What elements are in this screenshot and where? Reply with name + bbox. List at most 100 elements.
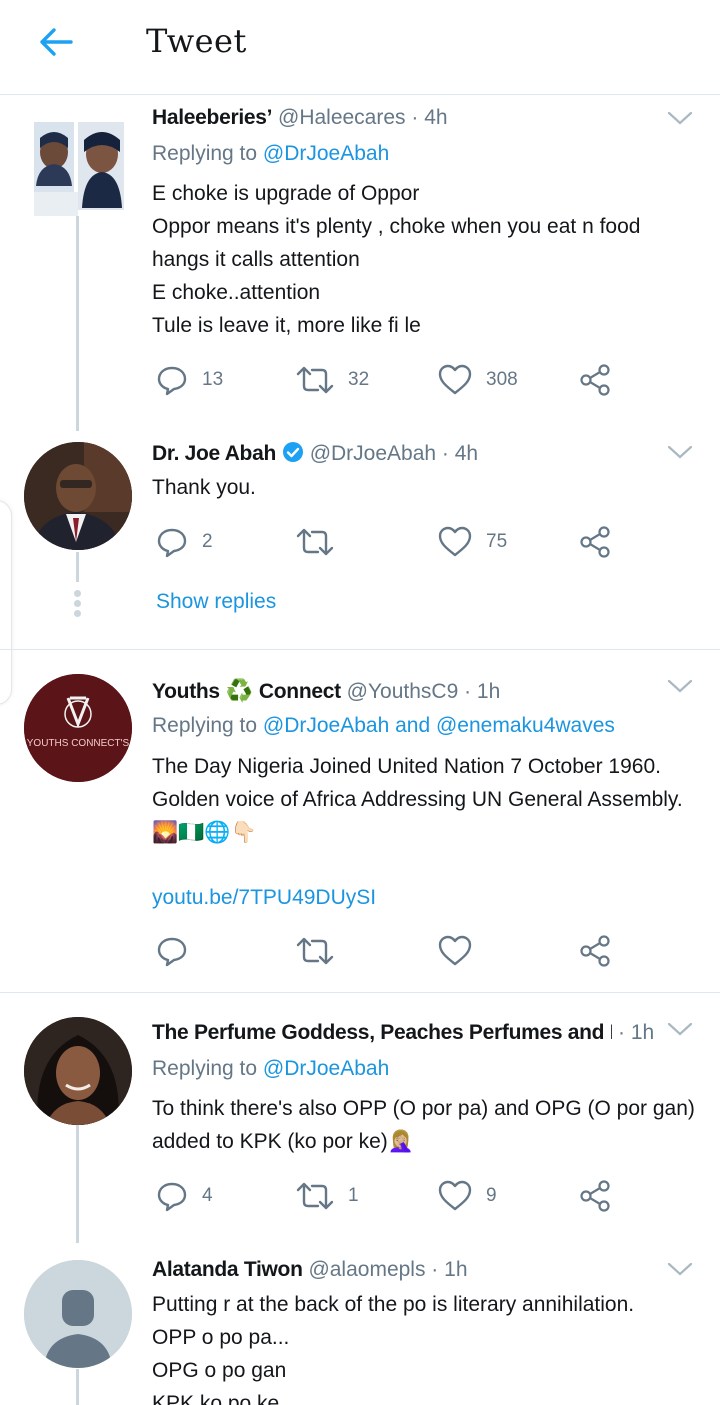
chevron-down-icon[interactable]: [666, 108, 694, 128]
retweet-button[interactable]: 1: [296, 1176, 359, 1216]
replying-to: Replying to @DrJoeAbah: [152, 1057, 389, 1081]
chevron-down-icon[interactable]: [666, 1019, 694, 1039]
like-button[interactable]: 308: [438, 360, 518, 400]
show-replies-link[interactable]: Show replies: [156, 590, 276, 614]
retweet-count: 1: [348, 1185, 359, 1206]
reply-button[interactable]: [156, 931, 188, 971]
reply-icon: [157, 528, 187, 558]
tweet-actions: 4 1 9: [152, 1176, 632, 1216]
share-icon: [580, 1180, 610, 1212]
tweet[interactable]: Alatanda Tiwon @alaomepls · 1h Putting r…: [0, 1243, 720, 1405]
avatar[interactable]: [24, 1260, 132, 1368]
avatar[interactable]: [24, 442, 132, 550]
tweet-text: Putting r at the back of the po is liter…: [152, 1288, 692, 1405]
thread-line: [76, 1125, 79, 1243]
recycle-icon: ♻️: [225, 678, 254, 703]
like-button[interactable]: 75: [438, 522, 507, 562]
handle-time: @alaomepls · 1h: [308, 1258, 468, 1281]
text-line: Putting r at the back of the po is liter…: [152, 1293, 635, 1316]
retweet-icon: [296, 937, 334, 965]
tweet-text: To think there's also OPP (O por pa) and…: [152, 1092, 712, 1158]
text-line: E choke is upgrade of Oppor: [152, 182, 420, 205]
retweet-icon: [296, 1182, 334, 1210]
text-line: To think there's also OPP (O por pa) and…: [152, 1097, 695, 1120]
mention-link[interactable]: @DrJoeAbah: [263, 1057, 389, 1080]
retweet-button[interactable]: [296, 522, 334, 562]
share-icon: [580, 364, 610, 396]
tweet[interactable]: Haleeberies’ @Haleecares · 4h Replying t…: [0, 96, 720, 431]
display-name[interactable]: Haleeberies’: [152, 106, 272, 129]
text-line: Thank you.: [152, 476, 256, 499]
share-button[interactable]: [578, 1176, 612, 1216]
display-name[interactable]: Dr. Joe Abah: [152, 442, 276, 465]
text-line: Oppor means it's plenty , choke when you…: [152, 215, 641, 238]
text-line: added to KPK (ko por ke)🤦🏼‍♀️: [152, 1130, 414, 1153]
avatar[interactable]: [24, 108, 124, 216]
back-arrow-icon[interactable]: [36, 22, 76, 62]
text-line: KPK ko po ke...: [152, 1392, 297, 1405]
emoji-line: 🌄🇳🇬🌐👇🏻: [152, 821, 257, 844]
reply-count: 13: [202, 369, 224, 390]
handle-time: @Haleecares · 4h: [278, 106, 448, 129]
display-name-part[interactable]: Youths: [152, 680, 220, 703]
share-button[interactable]: [578, 360, 612, 400]
page-title: Tweet: [146, 22, 247, 60]
heart-icon: [438, 526, 472, 557]
chevron-down-icon[interactable]: [666, 1259, 694, 1279]
retweet-count: 32: [348, 369, 370, 390]
chevron-down-icon[interactable]: [666, 676, 694, 696]
display-name[interactable]: Alatanda Tiwon: [152, 1258, 303, 1281]
like-count: 9: [486, 1185, 497, 1206]
share-button[interactable]: [578, 931, 612, 971]
tweet-actions: 13 32 308: [152, 360, 632, 400]
tweet[interactable]: Dr. Joe Abah @DrJoeAbah · 4h Thank you. …: [0, 426, 720, 650]
like-count: 75: [486, 531, 508, 552]
share-button[interactable]: [578, 522, 612, 562]
text-line: The Day Nigeria Joined United Nation 7 O…: [152, 755, 661, 778]
heart-icon: [438, 1180, 472, 1211]
tweet-actions: 2 75: [152, 522, 632, 562]
text-line: E choke..attention: [152, 281, 321, 304]
chevron-down-icon[interactable]: [666, 442, 694, 462]
replying-to: Replying to @DrJoeAbah: [152, 142, 389, 166]
like-button[interactable]: 9: [438, 1176, 497, 1216]
author-line: Dr. Joe Abah @DrJoeAbah · 4h: [152, 441, 478, 466]
thread-line: [76, 1369, 79, 1405]
share-icon: [580, 935, 610, 967]
reply-icon: [157, 1182, 187, 1212]
reply-count: 2: [202, 531, 213, 552]
mention-link[interactable]: @DrJoeAbah: [263, 142, 389, 165]
default-avatar-icon: [24, 1260, 132, 1368]
author-line: Youths ♻️ Connect @YouthsC9 · 1h: [152, 678, 500, 704]
text-line: hangs it calls attention: [152, 248, 360, 271]
handle-time: @YouthsC9 · 1h: [346, 680, 501, 703]
replying-to: Replying to @DrJoeAbah and @enemaku4wave…: [152, 714, 615, 738]
text-line: Tule is leave it, more like fi le: [152, 314, 421, 337]
mention-link[interactable]: @DrJoeAbah and @enemaku4waves: [263, 714, 615, 737]
tweet-url-link[interactable]: youtu.be/7TPU49DUySI: [152, 886, 376, 910]
retweet-icon: [296, 528, 334, 556]
thread-dots-icon: [74, 590, 81, 620]
replying-to-label: Replying to: [152, 714, 258, 737]
retweet-button[interactable]: [296, 931, 334, 971]
retweet-icon: [296, 366, 334, 394]
text-line: Golden voice of Africa Addressing UN Gen…: [152, 788, 683, 811]
tweet[interactable]: YOUTHS CONNECT'S Youths ♻️ Connect @Yout…: [0, 650, 720, 992]
avatar[interactable]: YOUTHS CONNECT'S: [24, 674, 132, 782]
tweet-text: Thank you.: [152, 471, 692, 504]
avatar[interactable]: [24, 1017, 132, 1125]
like-button[interactable]: [438, 931, 472, 971]
retweet-button[interactable]: 32: [296, 360, 369, 400]
reply-button[interactable]: 2: [156, 522, 213, 562]
author-line: Haleeberies’ @Haleecares · 4h: [152, 106, 448, 130]
reply-button[interactable]: 13: [156, 360, 223, 400]
replying-to-label: Replying to: [152, 142, 258, 165]
display-name[interactable]: The Perfume Goddess, Peaches Perfumes an…: [152, 1021, 612, 1044]
reply-icon: [157, 937, 187, 967]
reply-icon: [157, 366, 187, 396]
reply-count: 4: [202, 1185, 213, 1206]
reply-button[interactable]: 4: [156, 1176, 213, 1216]
tweet[interactable]: The Perfume Goddess, Peaches Perfumes an…: [0, 993, 720, 1243]
display-name-part[interactable]: Connect: [259, 680, 341, 703]
text-line: OPG o po gan: [152, 1359, 287, 1382]
